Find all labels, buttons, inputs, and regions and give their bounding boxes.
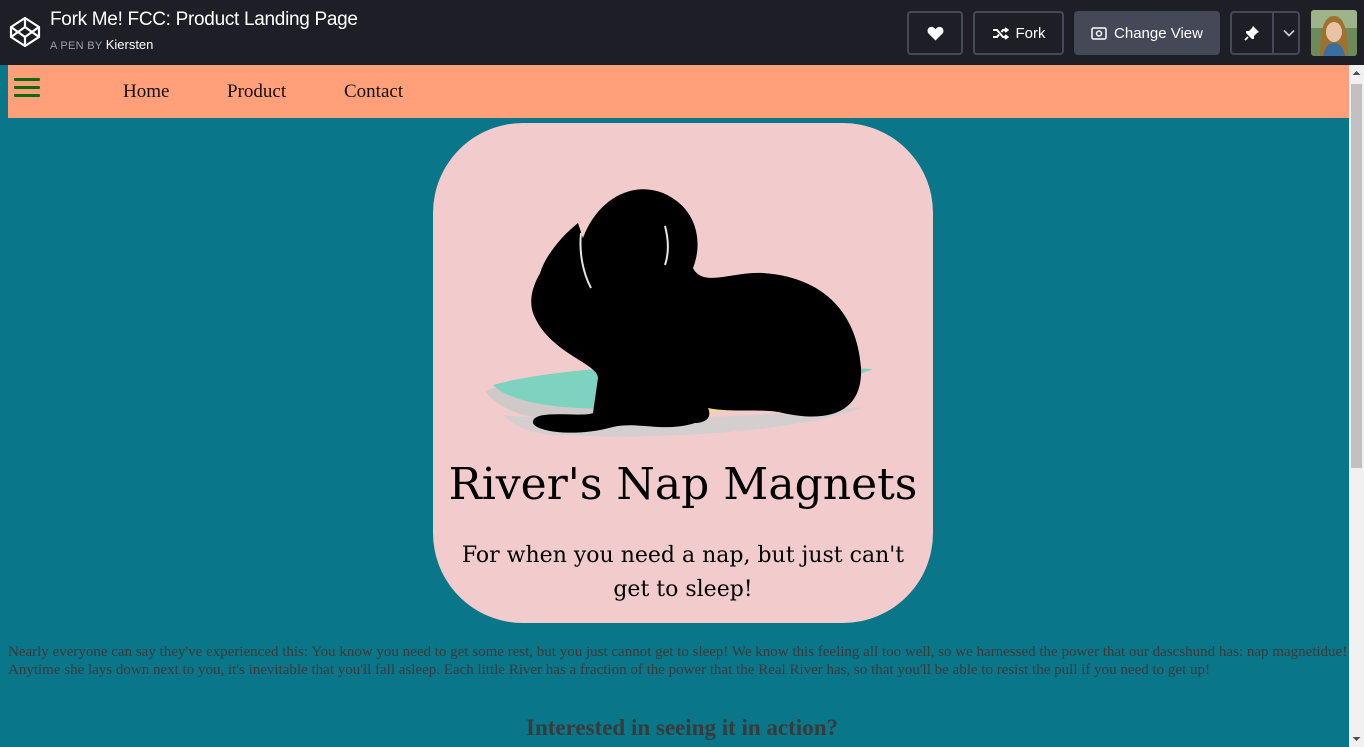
nav-link-product[interactable]: Product [227, 81, 286, 103]
avatar-image [1311, 10, 1357, 56]
nav-link-home[interactable]: Home [123, 81, 169, 103]
codepen-header: Fork Me! FCC: Product Landing Page A PEN… [0, 0, 1364, 65]
scrollbar-thumb[interactable] [1351, 84, 1362, 468]
scroll-up-arrow-icon[interactable] [1349, 65, 1364, 82]
pin-icon [1244, 26, 1259, 41]
dog-silhouette-logo [485, 189, 873, 437]
codepen-logo-icon[interactable] [9, 16, 41, 48]
fork-label: Fork [1015, 24, 1046, 42]
nav-link-contact[interactable]: Contact [344, 81, 403, 103]
love-button[interactable] [907, 11, 963, 55]
hero-card: River's Nap Magnets For when you need a … [433, 123, 933, 623]
change-view-icon [1091, 26, 1107, 40]
hero-title: River's Nap Magnets [448, 459, 918, 510]
pin-dropdown[interactable] [1281, 29, 1298, 37]
scroll-down-arrow-icon[interactable] [1349, 730, 1364, 747]
preview-scrollbar[interactable] [1349, 65, 1364, 747]
byline-prefix: A PEN BY [50, 40, 103, 52]
pen-preview: Home Product Contact River's Nap Magnets… [0, 65, 1349, 747]
site-navbar: Home Product Contact [8, 65, 1349, 118]
author-link[interactable]: Kiersten [106, 37, 154, 52]
pen-byline: A PEN BY Kiersten [50, 37, 153, 52]
chevron-down-icon [1283, 29, 1295, 37]
pen-title: Fork Me! FCC: Product Landing Page [50, 9, 358, 30]
fork-button[interactable]: Fork [973, 11, 1064, 55]
hero-subtitle: For when you need a nap, but just can't … [461, 543, 905, 602]
change-view-button[interactable]: Change View [1074, 11, 1220, 55]
cta-heading: Interested in seeing it in action? [526, 715, 838, 740]
heart-icon [927, 26, 943, 40]
pin-button[interactable] [1230, 11, 1300, 55]
intro-paragraph: Nearly everyone can say they've experien… [8, 644, 1348, 678]
fork-icon [992, 26, 1009, 40]
hamburger-menu-icon[interactable] [14, 78, 40, 100]
pin-part[interactable] [1232, 13, 1274, 53]
change-view-label: Change View [1114, 24, 1203, 42]
user-avatar[interactable] [1311, 10, 1357, 56]
